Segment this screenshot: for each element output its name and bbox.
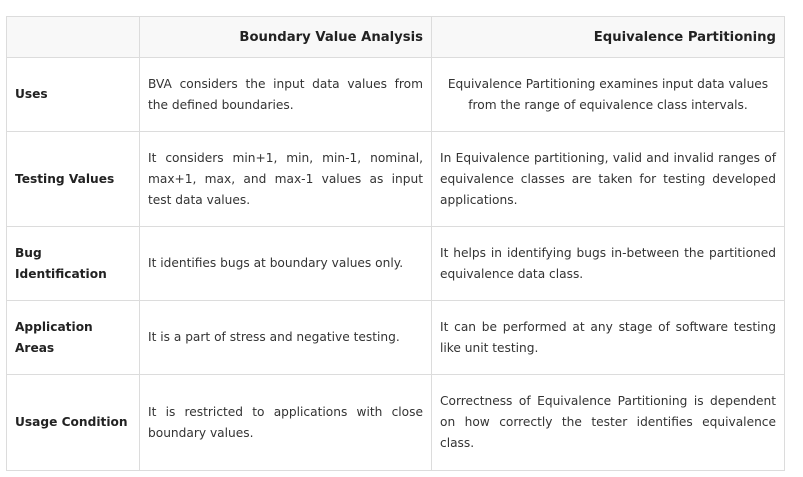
table-row: Usage Condition It is restricted to appl… [6,374,785,471]
bva-cell: It considers min+1, min, min-1, nominal,… [139,131,432,227]
ep-cell: It helps in identifying bugs in-between … [431,226,785,301]
bva-cell: It is restricted to applications with cl… [139,374,432,471]
ep-cell: It can be performed at any stage of soft… [431,300,785,375]
header-corner-cell [6,16,140,58]
header-boundary-value-analysis: Boundary Value Analysis [139,16,432,58]
bva-cell: BVA considers the input data values from… [139,57,432,132]
ep-cell: In Equivalence partitioning, valid and i… [431,131,785,227]
table-row: Bug Identification It identifies bugs at… [6,226,785,301]
table-row: Application Areas It is a part of stress… [6,300,785,375]
ep-cell: Equivalence Partitioning examines input … [431,57,785,132]
bva-cell: It identifies bugs at boundary values on… [139,226,432,301]
row-label: Usage Condition [6,374,140,471]
row-label: Bug Identification [6,226,140,301]
comparison-table: Boundary Value Analysis Equivalence Part… [6,16,785,471]
row-label: Application Areas [6,300,140,375]
header-equivalence-partitioning: Equivalence Partitioning [431,16,785,58]
table-row: Testing Values It considers min+1, min, … [6,131,785,227]
row-label: Testing Values [6,131,140,227]
row-label: Uses [6,57,140,132]
ep-cell: Correctness of Equivalence Partitioning … [431,374,785,471]
table-row: Uses BVA considers the input data values… [6,57,785,132]
header-row: Boundary Value Analysis Equivalence Part… [6,16,785,58]
bva-cell: It is a part of stress and negative test… [139,300,432,375]
